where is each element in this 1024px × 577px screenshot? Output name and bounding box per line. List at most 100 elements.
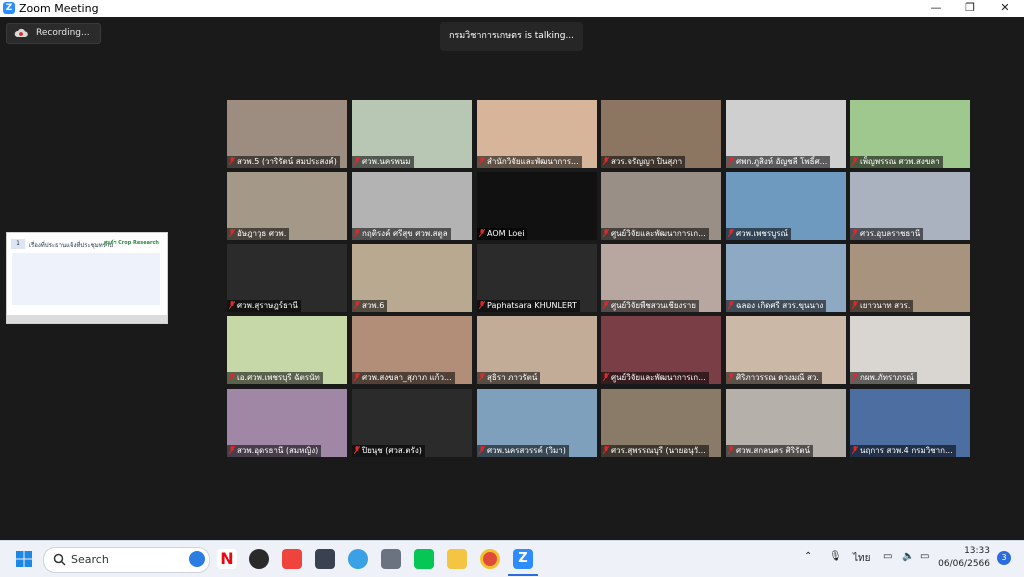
anydesk-icon[interactable] xyxy=(282,549,302,569)
participant-tile[interactable]: ศูนย์วิจัยและพัฒนาการเก... xyxy=(601,172,721,240)
participant-tile[interactable]: กผพ.ภัทราภรณ์ xyxy=(850,316,970,384)
gauge-icon[interactable] xyxy=(249,549,269,569)
recording-indicator[interactable]: Recording... xyxy=(6,23,101,44)
participant-tile[interactable]: สำนักวิจัยและพัฒนาการ... xyxy=(477,100,597,168)
participant-tile[interactable]: ฉลอง เกิดศรี สวร.ขุนนาง xyxy=(726,244,846,312)
participant-tile[interactable]: ศวร.สุพรรณบุรี (นายอนุวั... xyxy=(601,389,721,457)
notification-badge[interactable]: 3 xyxy=(997,551,1011,565)
photos-icon[interactable] xyxy=(348,549,368,569)
participant-tile[interactable]: ศวพ.สงขลา_สุภาภ แก้ว... xyxy=(352,316,472,384)
participant-tile[interactable]: ศิริภาวรรณ ดวงมณี สว. xyxy=(726,316,846,384)
participant-tile[interactable]: เยาวนาท สวร. xyxy=(850,244,970,312)
participant-tile[interactable]: ปิยนุช (ศวส.ตรัง) xyxy=(352,389,472,457)
participant-name-text: ศวพ.นครพนม xyxy=(362,157,411,166)
slide-brand: ศูนย์ฯ Crop Research xyxy=(104,240,159,246)
bing-icon[interactable] xyxy=(189,551,205,567)
microphone-icon[interactable]: 🎙 xyxy=(829,551,842,562)
maximize-button[interactable]: ❐ xyxy=(953,0,987,17)
participant-tile[interactable]: ศวพ.นครพนม xyxy=(352,100,472,168)
participant-name-text: อัษฎาวุธ ศวพ. xyxy=(237,229,287,238)
participant-name-text: สวพ.5 (วาริรัตน์ สมประสงค์) xyxy=(237,157,337,166)
participant-tile[interactable]: ศวพ.สุราษฎร์ธานี xyxy=(227,244,347,312)
chrome-icon[interactable] xyxy=(480,549,500,569)
participant-tile[interactable]: สวพ.6 xyxy=(352,244,472,312)
participant-name: ศวพ.เพชรบูรณ์ xyxy=(726,228,791,240)
battery-icon[interactable]: ▭ xyxy=(920,551,929,562)
participant-name-text: ปิยนุช (ศวส.ตรัง) xyxy=(362,446,422,455)
participant-name: สวพ.6 xyxy=(352,300,388,312)
muted-mic-icon xyxy=(728,301,734,309)
chevron-up-icon[interactable]: ⌃ xyxy=(804,551,812,562)
search-placeholder: Search xyxy=(71,553,109,566)
participant-name: ศวพ.สงขลา_สุภาภ แก้ว... xyxy=(352,372,455,384)
muted-mic-icon xyxy=(728,373,734,381)
participant-name: นฤการ สวพ.4 กรมวิชาก... xyxy=(850,445,956,457)
language-indicator[interactable]: ไทย xyxy=(853,551,870,566)
muted-mic-icon xyxy=(229,446,235,454)
participant-tile[interactable]: Paphatsara KHUNLERT xyxy=(477,244,597,312)
participant-name-text: กฤติรงค์ ศรีสุข ศวพ.สตูล xyxy=(362,229,448,238)
participant-name: ศวร.อุบลราชธานี xyxy=(850,228,924,240)
participant-tile[interactable]: ศพก.ภูสิงห์ อัญชลี โพธิ์ศ... xyxy=(726,100,846,168)
participant-name: ศูนย์วิจัยพืชสวนเชียงราย xyxy=(601,300,699,312)
participant-name: Paphatsara KHUNLERT xyxy=(477,300,580,312)
muted-mic-icon xyxy=(728,157,734,165)
participant-tile[interactable]: ศูนย์วิจัยพืชสวนเชียงราย xyxy=(601,244,721,312)
system-clock[interactable]: 13:33 06/06/2566 xyxy=(934,545,990,571)
muted-mic-icon xyxy=(603,301,609,309)
participant-tile[interactable]: กฤติรงค์ ศรีสุข ศวพ.สตูล xyxy=(352,172,472,240)
shared-screen-thumbnail[interactable]: 1 เรื่องที่ประธานแจ้งที่ประชุมทราบ ศูนย์… xyxy=(6,232,168,324)
participant-tile[interactable]: สุธิรา ภาวรัตน์ xyxy=(477,316,597,384)
participant-name-text: ศวพ.นครสวรรค์ (วิมา) xyxy=(487,446,566,455)
participant-name-text: นฤการ สวพ.4 กรมวิชาก... xyxy=(860,446,953,455)
participant-tile[interactable]: ศวร.อุบลราชธานี xyxy=(850,172,970,240)
windows-start-icon[interactable] xyxy=(14,549,34,569)
close-button[interactable]: ✕ xyxy=(988,0,1022,17)
participant-tile[interactable]: AOM Loei xyxy=(477,172,597,240)
participant-tile[interactable]: เอ.ศวพ.เพชรบุรี ฉัตรนัท xyxy=(227,316,347,384)
zoom-app-icon[interactable]: Z xyxy=(513,549,533,569)
participant-name: ศวร.สุพรรณบุรี (นายอนุวั... xyxy=(601,445,709,457)
line-icon[interactable] xyxy=(414,549,434,569)
slide-number: 1 xyxy=(11,239,25,249)
terminal-icon[interactable] xyxy=(315,549,335,569)
participant-tile[interactable]: ศวพ.เพชรบูรณ์ xyxy=(726,172,846,240)
calculator-icon[interactable] xyxy=(381,549,401,569)
netflix-icon[interactable]: N xyxy=(217,549,237,569)
participant-tile[interactable]: นฤการ สวพ.4 กรมวิชาก... xyxy=(850,389,970,457)
taskbar-search[interactable]: Search xyxy=(43,547,210,573)
participant-name-text: สวพ.6 xyxy=(362,301,385,310)
muted-mic-icon xyxy=(852,446,858,454)
participant-tile[interactable]: ศูนย์วิจัยและพัฒนาการเก... xyxy=(601,316,721,384)
participant-name-text: ฉลอง เกิดศรี สวร.ขุนนาง xyxy=(736,301,824,310)
participant-tile[interactable]: สวร.จรัญญา ปินสุภา xyxy=(601,100,721,168)
participant-name-text: สวพ.อุดรธานี (สมหญิง) xyxy=(237,446,319,455)
minimize-button[interactable]: — xyxy=(919,0,953,17)
participant-tile[interactable]: ศวพ.สกลนคร ศิริรัตน์ xyxy=(726,389,846,457)
participant-name: ศิริภาวรรณ ดวงมณี สว. xyxy=(726,372,822,384)
file-explorer-icon[interactable] xyxy=(447,549,467,569)
muted-mic-icon xyxy=(354,373,360,381)
recording-label: Recording... xyxy=(36,28,90,38)
participant-tile[interactable]: สวพ.อุดรธานี (สมหญิง) xyxy=(227,389,347,457)
clock-date: 06/06/2566 xyxy=(938,559,990,569)
muted-mic-icon xyxy=(229,301,235,309)
muted-mic-icon xyxy=(479,229,485,237)
participant-name: AOM Loei xyxy=(477,228,528,240)
participant-name: ศูนย์วิจัยและพัฒนาการเก... xyxy=(601,372,709,384)
participant-tile[interactable]: อัษฎาวุธ ศวพ. xyxy=(227,172,347,240)
muted-mic-icon xyxy=(354,229,360,237)
participant-name-text: สวร.จรัญญา ปินสุภา xyxy=(611,157,683,166)
window-title: Zoom Meeting xyxy=(19,2,99,15)
windows-taskbar: Search N Z ⌃ 🎙 ไทย ▭ 🔈 ▭ 13:33 06/06/256… xyxy=(0,540,1024,577)
volume-icon[interactable]: 🔈 xyxy=(902,551,914,562)
title-bar: Z Zoom Meeting — ❐ ✕ xyxy=(0,0,1024,17)
network-icon[interactable]: ▭ xyxy=(883,551,892,562)
participant-name: ศวพ.สุราษฎร์ธานี xyxy=(227,300,301,312)
participant-tile[interactable]: เพ็ญพรรณ ศวพ.สงขลา xyxy=(850,100,970,168)
participant-tile[interactable]: สวพ.5 (วาริรัตน์ สมประสงค์) xyxy=(227,100,347,168)
participant-tile[interactable]: ศวพ.นครสวรรค์ (วิมา) xyxy=(477,389,597,457)
muted-mic-icon xyxy=(229,157,235,165)
participant-name-text: ศวพ.สุราษฎร์ธานี xyxy=(237,301,298,310)
participant-name-text: ศวร.สุพรรณบุรี (นายอนุวั... xyxy=(611,446,706,455)
